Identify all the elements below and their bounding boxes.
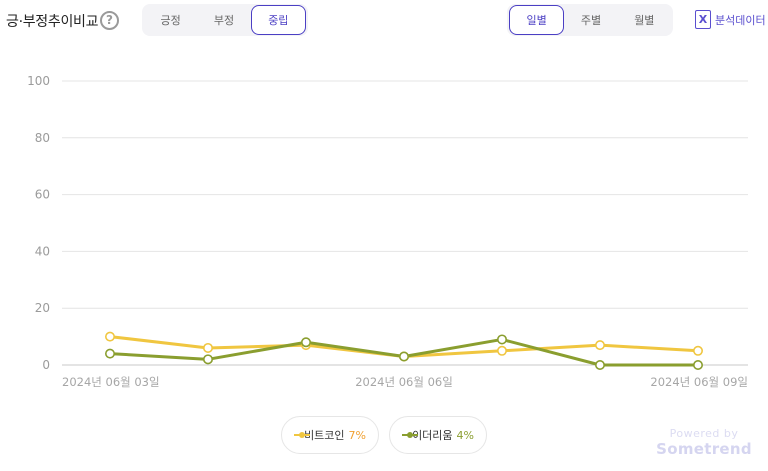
data-point-0 [203, 342, 214, 353]
data-point-1 [300, 337, 311, 348]
data-point-1 [203, 354, 214, 365]
legend-pct-bitcoin: 7% [348, 428, 366, 442]
y-tick-label: 20 [35, 301, 50, 315]
tab-positive[interactable]: 긍정 [144, 5, 197, 35]
y-tick-label: 40 [35, 244, 50, 258]
legend-label-ethereum: 이더리움 [412, 429, 453, 442]
data-point-1 [105, 348, 116, 359]
grid-lines [62, 80, 748, 366]
x-tick-label: 2024년 06월 09일 [650, 375, 748, 389]
data-point-0 [692, 345, 703, 356]
x-tick-label: 2024년 06월 03일 [62, 375, 160, 389]
data-point-0 [105, 331, 116, 342]
period-tab-group: 일별 주별 월별 [507, 4, 673, 36]
y-tick-label: 80 [35, 131, 50, 145]
legend-item-bitcoin[interactable]: 비트코인 7% [281, 416, 379, 454]
sentiment-tab-group: 긍정 부정 중립 [142, 4, 308, 36]
data-point-0 [594, 340, 605, 351]
tab-daily[interactable]: 일별 [509, 5, 565, 35]
data-point-1 [496, 334, 507, 345]
tab-negative[interactable]: 부정 [197, 5, 250, 35]
powered-by-logo: Powered by Sometrend [656, 427, 752, 458]
data-point-1 [594, 359, 605, 370]
export-data-button[interactable]: X 분석데이터 [695, 10, 766, 29]
y-tick-label: 60 [35, 188, 50, 202]
brand-name: Sometrend [656, 440, 752, 458]
x-axis-ticks: 2024년 06월 03일 2024년 06월 06일 2024년 06월 09일 [62, 375, 748, 389]
data-point-1 [692, 359, 703, 370]
legend-item-ethereum[interactable]: 이더리움 4% [389, 416, 487, 454]
legend-line-marker [402, 430, 419, 440]
trend-line-chart: 020406080100 2024년 06월 03일 2024년 06월 06일 2… [27, 74, 748, 389]
export-data-label: 분석데이터 [715, 13, 766, 27]
powered-by-text: Powered by [669, 427, 739, 440]
legend-line-marker [294, 430, 311, 440]
y-axis-ticks: 0 20 40 60 80 100 [27, 74, 50, 372]
tab-neutral[interactable]: 중립 [250, 5, 306, 35]
y-tick-label: 100 [27, 74, 50, 88]
help-icon[interactable]: ? [100, 11, 119, 30]
legend-pct-ethereum: 4% [456, 428, 474, 442]
tab-monthly[interactable]: 월별 [618, 5, 671, 35]
x-tick-label: 2024년 06월 06일 [355, 375, 453, 389]
y-tick-label: 0 [42, 358, 50, 372]
chart-header: 긍·부정추이비교 ? 긍정 부정 중립 일별 주별 월별 X 분석데이터 [0, 0, 768, 44]
tab-weekly[interactable]: 주별 [564, 5, 617, 35]
data-point-1 [398, 351, 409, 362]
data-point-0 [496, 345, 507, 356]
excel-icon: X [695, 10, 711, 29]
legend-label-bitcoin: 비트코인 [304, 429, 345, 442]
page-title: 긍·부정추이비교 [6, 14, 99, 30]
